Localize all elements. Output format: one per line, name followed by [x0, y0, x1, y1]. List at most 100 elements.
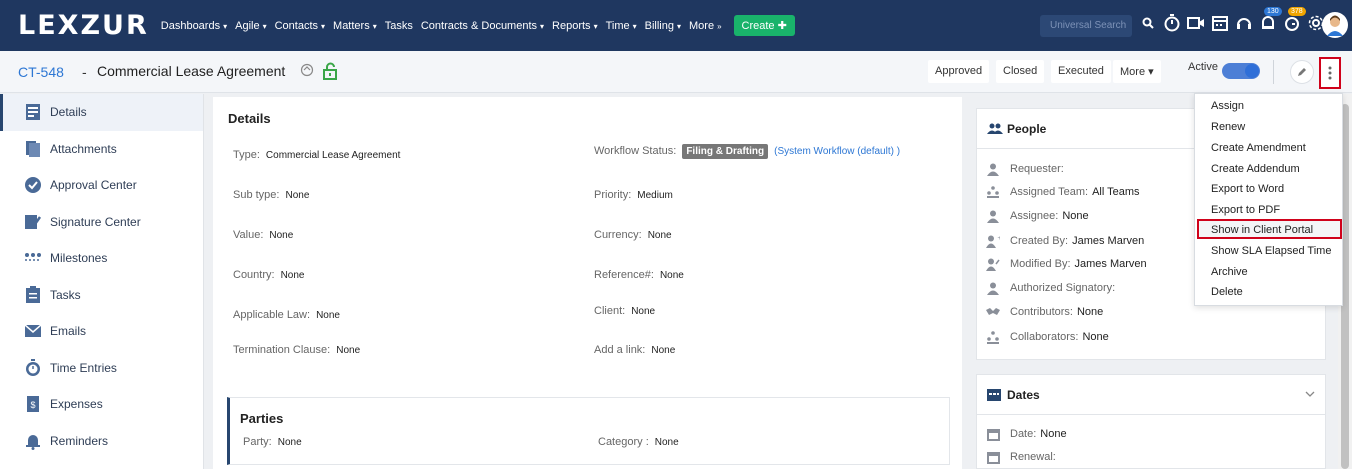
menu-item-renew[interactable]: Renew — [1211, 121, 1245, 133]
kebab-menu-button[interactable] — [1319, 57, 1341, 89]
subtype-field: Sub type: None — [233, 189, 310, 201]
parties-title: Parties — [240, 411, 284, 426]
nav-matters[interactable]: Matters ▾ — [333, 20, 377, 32]
edit-button[interactable] — [1290, 60, 1314, 84]
team-icon — [985, 185, 1001, 199]
sidebar-item-reminders[interactable]: Reminders — [0, 423, 203, 460]
priority-field: Priority: Medium — [594, 189, 673, 201]
active-toggle[interactable] — [1222, 63, 1260, 79]
sidebar-item-label: Time Entries — [50, 360, 117, 375]
termination-clause-field: Termination Clause: None — [233, 344, 361, 356]
dates-title: Dates — [1007, 388, 1040, 402]
sidebar-item-details[interactable]: Details — [0, 94, 203, 131]
app-logo[interactable]: LEXZUR — [18, 10, 149, 41]
menu-item-create-amendment[interactable]: Create Amendment — [1211, 142, 1306, 154]
record-id[interactable]: CT-548 — [18, 64, 64, 80]
sidebar-item-label: Signature Center — [50, 214, 141, 229]
notifications-icon[interactable]: 130 — [1258, 7, 1282, 33]
email-icon — [24, 322, 42, 340]
video-icon[interactable] — [1186, 13, 1206, 33]
calendar-icon — [987, 387, 1001, 404]
bell-icon — [24, 432, 42, 450]
sidebar-item-signature-center[interactable]: Signature Center — [0, 204, 203, 241]
user-avatar[interactable] — [1322, 12, 1348, 38]
nav-more[interactable]: More» — [689, 20, 722, 32]
sidebar-item-attachments[interactable]: Attachments — [0, 131, 203, 168]
nav-contacts[interactable]: Contacts ▾ — [275, 20, 325, 32]
nav-reports[interactable]: Reports ▾ — [552, 20, 598, 32]
reminders-badge: 378 — [1288, 7, 1306, 16]
milestones-icon — [24, 249, 42, 267]
sidebar-item-approval-center[interactable]: Approval Center — [0, 167, 203, 204]
collaborators-icon — [985, 330, 1001, 344]
menu-item-create-addendum[interactable]: Create Addendum — [1211, 163, 1300, 175]
closed-button[interactable]: Closed — [996, 60, 1045, 83]
menu-item-show-sla-elapsed-time[interactable]: Show SLA Elapsed Time — [1211, 245, 1331, 257]
menu-item-show-in-client-portal[interactable]: Show in Client Portal — [1211, 224, 1313, 236]
menu-item-delete[interactable]: Delete — [1211, 286, 1243, 298]
workflow-status-badge: Filing & Drafting — [682, 144, 769, 159]
authorized-signatory-item: Authorized Signatory: — [985, 281, 1119, 295]
executed-button[interactable]: Executed — [1051, 60, 1111, 83]
applicable-law-field: Applicable Law: None — [233, 309, 340, 321]
svg-text:$: $ — [30, 400, 35, 410]
workflow-status-field: Workflow Status: Filing & Drafting (System… — [594, 144, 901, 159]
top-navbar: LEXZUR Dashboards ▾ Agile ▾ Contacts ▾ Matt… — [0, 0, 1352, 51]
menu-item-archive[interactable]: Archive — [1211, 266, 1248, 278]
date-item: Date: None — [985, 427, 1067, 441]
details-icon — [24, 103, 42, 121]
headset-icon[interactable] — [1234, 13, 1254, 33]
dates-header[interactable]: Dates — [977, 375, 1325, 415]
universal-search-input[interactable]: Universal Search — [1040, 15, 1132, 37]
unlock-icon[interactable] — [322, 62, 338, 80]
contributors-item: Contributors: None — [985, 305, 1103, 319]
requester-item: Requester: — [985, 162, 1068, 176]
workflow-link[interactable]: (System Workflow (default) ) — [774, 146, 900, 157]
calendar-icon — [985, 427, 1001, 441]
menu-item-export-word[interactable]: Export to Word — [1211, 183, 1284, 195]
signature-icon — [24, 213, 42, 231]
category-field: Category : None — [598, 436, 679, 448]
approved-button[interactable]: Approved — [928, 60, 990, 83]
more-button[interactable]: More ▾ — [1113, 60, 1161, 83]
nav-contracts-documents[interactable]: Contracts & Documents ▾ — [421, 20, 544, 32]
stopwatch-icon[interactable] — [1162, 13, 1182, 33]
sidebar-item-tasks[interactable]: Tasks — [0, 277, 203, 314]
sidebar-item-milestones[interactable]: Milestones — [0, 240, 203, 277]
record-separator: - — [82, 64, 87, 80]
sidebar-item-label: Reminders — [50, 433, 109, 448]
parties-section: Parties Party: None Category : None — [227, 397, 950, 465]
menu-item-assign[interactable]: Assign — [1211, 100, 1244, 112]
sidebar-item-label: Approval Center — [50, 178, 137, 193]
reminders-icon[interactable]: 378 — [1282, 7, 1306, 33]
nav-time[interactable]: Time ▾ — [606, 20, 637, 32]
details-panel: Details Type: Commercial Lease Agreement … — [213, 97, 962, 469]
menu-item-export-pdf[interactable]: Export to PDF — [1211, 204, 1280, 216]
main-menu: Dashboards ▾ Agile ▾ Contacts ▾ Matters ▾ Ta… — [161, 15, 795, 36]
assigned-team-item: Assigned Team: All Teams — [985, 185, 1140, 199]
calendar-icon[interactable] — [1210, 13, 1230, 33]
pencil-icon — [1298, 68, 1306, 76]
nav-agile[interactable]: Agile ▾ — [235, 20, 266, 32]
sync-icon[interactable] — [300, 63, 316, 79]
svg-text:+: + — [998, 236, 1001, 242]
value-field: Value: None — [233, 229, 294, 241]
create-button[interactable]: Create ✚ — [733, 15, 795, 36]
people-icon — [987, 123, 1003, 138]
renewal-item: Renewal: — [985, 450, 1056, 464]
sidebar-item-expenses[interactable]: $ Expenses — [0, 386, 203, 423]
nav-dashboards[interactable]: Dashboards ▾ — [161, 20, 227, 32]
nav-billing[interactable]: Billing ▾ — [645, 20, 681, 32]
record-title: Commercial Lease Agreement — [97, 63, 286, 79]
currency-field: Currency: None — [594, 229, 672, 241]
record-header: CT-548 - Commercial Lease Agreement Appr… — [0, 51, 1352, 93]
search-icon[interactable] — [1138, 13, 1158, 33]
chevron-down-icon[interactable] — [1305, 389, 1315, 401]
sidebar-item-emails[interactable]: Emails — [0, 313, 203, 350]
sidebar-item-label: Tasks — [50, 287, 81, 302]
sidebar-item-time-entries[interactable]: Time Entries — [0, 350, 203, 387]
sidebar-item-label: Attachments — [50, 141, 117, 156]
divider — [1273, 60, 1274, 84]
collaborators-item: Collaborators: None — [985, 330, 1109, 344]
nav-tasks[interactable]: Tasks — [385, 20, 413, 32]
